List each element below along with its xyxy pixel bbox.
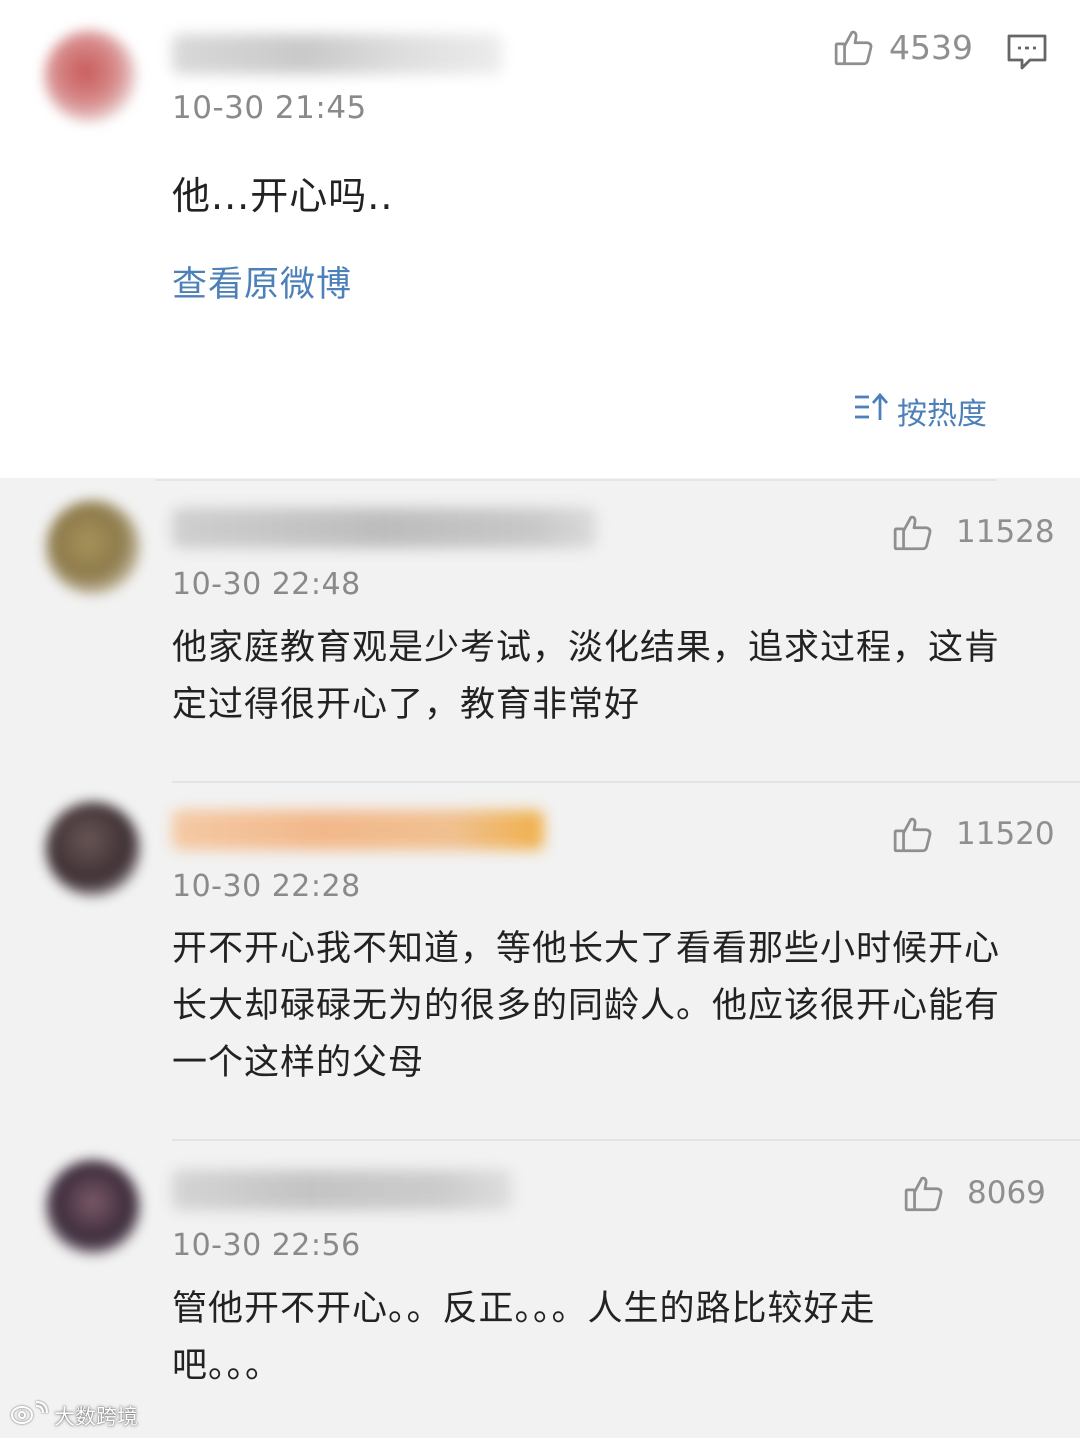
avatar[interactable]	[46, 500, 140, 594]
sort-button[interactable]: 按热度	[853, 389, 987, 433]
weibo-logo-icon	[10, 1400, 50, 1431]
username[interactable]	[172, 34, 502, 74]
like-button[interactable]: 11528	[892, 511, 1055, 553]
comment-text: 他家庭教育观是少考试，淡化结果，追求过程，这肯定过得很开心了，教育非常好	[172, 628, 1001, 725]
divider	[172, 781, 1080, 783]
divider	[172, 1139, 1080, 1141]
thumbs-up-icon	[833, 26, 875, 68]
like-button[interactable]: 4539	[833, 26, 973, 68]
thumbs-up-icon	[892, 813, 934, 855]
thumbs-up-icon	[903, 1172, 945, 1214]
watermark-text: 大数跨境	[54, 1404, 138, 1429]
avatar[interactable]	[44, 30, 136, 122]
original-post: 10-30 21:45 4539 他...开心吗.. 查看原微博 按热度	[0, 0, 1080, 478]
avatar[interactable]	[46, 1160, 140, 1254]
username[interactable]	[172, 1170, 512, 1210]
comment-time: 10-30 22:28	[172, 869, 361, 904]
like-count: 11528	[956, 514, 1055, 550]
avatar[interactable]	[46, 802, 140, 896]
comment-text: 管他开不开心。。反正。。。人生的路比较好走吧。。。	[172, 1289, 876, 1386]
thumbs-up-icon	[892, 511, 934, 553]
like-count: 8069	[967, 1175, 1046, 1211]
username[interactable]	[172, 810, 544, 850]
comment-time: 10-30 22:56	[172, 1228, 361, 1263]
like-count: 11520	[956, 816, 1055, 852]
sort-label: 按热度	[897, 397, 987, 432]
comment-icon[interactable]	[1006, 33, 1048, 75]
view-original-link[interactable]: 查看原微博	[172, 256, 352, 307]
like-button[interactable]: 8069	[903, 1172, 1046, 1214]
comment-text: 开不开心我不知道，等他长大了看看那些小时候开心长大却碌碌无为的很多的同龄人。他应…	[172, 929, 1001, 1083]
post-time: 10-30 21:45	[172, 90, 367, 126]
comment-time: 10-30 22:48	[172, 567, 361, 602]
like-button[interactable]: 11520	[892, 813, 1055, 855]
like-count: 4539	[889, 27, 973, 67]
username[interactable]	[172, 508, 596, 548]
divider	[155, 479, 997, 481]
post-text: 他...开心吗..	[172, 174, 394, 218]
sort-icon	[853, 392, 889, 430]
watermark: 大数跨境	[10, 1400, 138, 1431]
